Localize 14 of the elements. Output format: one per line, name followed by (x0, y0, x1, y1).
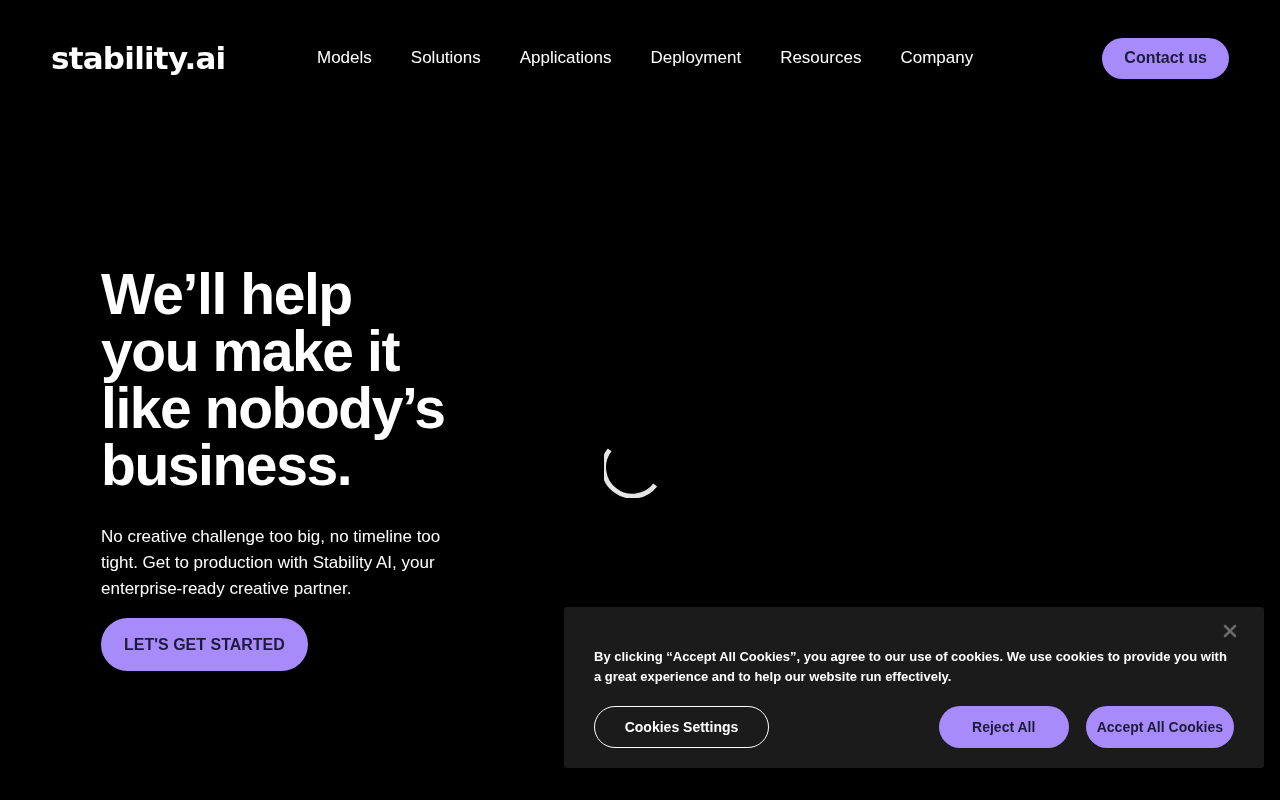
cookie-button[interactable]: Reject All (938, 706, 1069, 748)
nav-link[interactable]: Company (900, 45, 974, 71)
nav-link[interactable]: Deployment (650, 45, 742, 71)
nav-link[interactable]: Models (317, 45, 372, 71)
hero-heading: We’ll help you make it like nobody’s business. (101, 266, 446, 494)
contact-button[interactable]: Contact us (1102, 37, 1229, 79)
cookie-button[interactable]: Accept All Cookies (1085, 706, 1234, 748)
get-started-button[interactable]: LET'S GET STARTED (101, 618, 308, 671)
logo[interactable]: stability.ai (51, 34, 251, 82)
nav-link[interactable]: Solutions (410, 45, 481, 71)
cookie-message: By clicking “Accept All Cookies”, you agree to our use of cookies. We use cookies to provide you with a great experience and to help our website run effectively. (594, 648, 1228, 686)
nav-link[interactable]: Applications (519, 45, 612, 71)
hero-text: No creative challenge too big, no timeline too tight. Get to production with Stability AI, your enterprise-ready creative partner. (101, 526, 442, 600)
nav-link[interactable]: Resources (780, 45, 862, 71)
